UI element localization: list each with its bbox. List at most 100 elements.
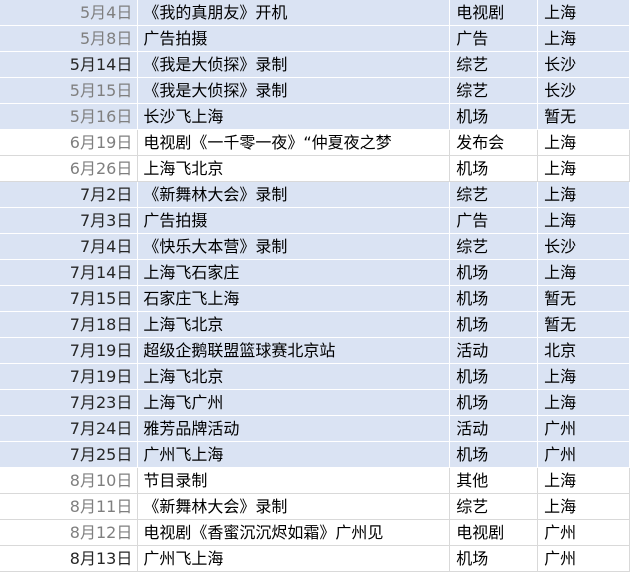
city-cell[interactable]: 暂无 [537, 311, 630, 339]
city-cell[interactable]: 上海 [537, 155, 630, 183]
city-cell[interactable]: 广州 [537, 415, 630, 443]
date-cell[interactable]: 7月18日 [0, 311, 139, 339]
type-cell[interactable]: 其他 [449, 467, 539, 495]
date-cell[interactable]: 7月4日 [0, 233, 139, 261]
type-cell[interactable]: 综艺 [449, 493, 539, 521]
event-cell[interactable]: 节目录制 [137, 467, 451, 495]
type-cell[interactable]: 发布会 [449, 129, 539, 157]
event-cell[interactable]: 《新舞林大会》录制 [137, 493, 451, 521]
table-row: 6月19日 电视剧《一千零一夜》“仲夏夜之梦 发布会 上海 [0, 129, 630, 157]
type-cell[interactable]: 电视剧 [449, 519, 539, 547]
type-cell[interactable]: 机场 [449, 155, 539, 183]
event-cell[interactable]: 《快乐大本营》录制 [137, 233, 451, 261]
city-cell[interactable]: 广州 [537, 545, 630, 573]
type-cell[interactable]: 综艺 [449, 51, 539, 79]
date-cell[interactable]: 7月3日 [0, 207, 139, 235]
table-row: 8月10日 节目录制 其他 上海 [0, 467, 630, 495]
event-cell[interactable]: 上海飞石家庄 [137, 259, 451, 287]
date-cell[interactable]: 5月15日 [0, 77, 139, 105]
type-cell[interactable]: 电视剧 [449, 0, 539, 27]
type-cell[interactable]: 机场 [449, 103, 539, 131]
city-cell[interactable]: 上海 [537, 259, 630, 287]
date-cell[interactable]: 5月16日 [0, 103, 139, 131]
table-row: 7月15日 石家庄飞上海 机场 暂无 [0, 285, 630, 313]
table-row: 5月16日 长沙飞上海 机场 暂无 [0, 103, 630, 131]
table-row: 5月14日 《我是大侦探》录制 综艺 长沙 [0, 51, 630, 79]
event-cell[interactable]: 《我是大侦探》录制 [137, 51, 451, 79]
city-cell[interactable]: 上海 [537, 25, 630, 53]
event-cell[interactable]: 电视剧《香蜜沉沉烬如霜》广州见 [137, 519, 451, 547]
city-cell[interactable]: 上海 [537, 467, 630, 495]
date-cell[interactable]: 8月10日 [0, 467, 139, 495]
type-cell[interactable]: 机场 [449, 389, 539, 417]
date-cell[interactable]: 7月14日 [0, 259, 139, 287]
city-cell[interactable]: 上海 [537, 493, 630, 521]
city-cell[interactable]: 广州 [537, 441, 630, 469]
event-cell[interactable]: 长沙飞上海 [137, 103, 451, 131]
city-cell[interactable]: 长沙 [537, 51, 630, 79]
table-row: 7月19日 超级企鹅联盟篮球赛北京站 活动 北京 [0, 337, 630, 365]
event-cell[interactable]: 广州飞上海 [137, 441, 451, 469]
type-cell[interactable]: 综艺 [449, 77, 539, 105]
date-cell[interactable]: 5月14日 [0, 51, 139, 79]
type-cell[interactable]: 综艺 [449, 233, 539, 261]
type-cell[interactable]: 广告 [449, 25, 539, 53]
date-cell[interactable]: 6月26日 [0, 155, 139, 183]
table-row: 5月15日 《我是大侦探》录制 综艺 长沙 [0, 77, 630, 105]
event-cell[interactable]: 上海飞广州 [137, 389, 451, 417]
event-cell[interactable]: 上海飞北京 [137, 155, 451, 183]
type-cell[interactable]: 综艺 [449, 181, 539, 209]
type-cell[interactable]: 机场 [449, 545, 539, 573]
city-cell[interactable]: 暂无 [537, 103, 630, 131]
event-cell[interactable]: 雅芳品牌活动 [137, 415, 451, 443]
date-cell[interactable]: 7月2日 [0, 181, 139, 209]
city-cell[interactable]: 暂无 [537, 285, 630, 313]
date-cell[interactable]: 6月19日 [0, 129, 139, 157]
event-cell[interactable]: 《我的真朋友》开机 [137, 0, 451, 27]
table-row: 7月19日 上海飞北京 机场 上海 [0, 363, 630, 391]
date-cell[interactable]: 8月12日 [0, 519, 139, 547]
event-cell[interactable]: 超级企鹅联盟篮球赛北京站 [137, 337, 451, 365]
date-cell[interactable]: 7月19日 [0, 363, 139, 391]
date-cell[interactable]: 8月13日 [0, 545, 139, 573]
spreadsheet: 5月4日 《我的真朋友》开机 电视剧 上海 5月8日 广告拍摄 广告 上海 5月14日 《我是大侦… [0, 0, 630, 576]
type-cell[interactable]: 广告 [449, 207, 539, 235]
type-cell[interactable]: 机场 [449, 441, 539, 469]
city-cell[interactable]: 上海 [537, 181, 630, 209]
date-cell[interactable]: 7月19日 [0, 337, 139, 365]
date-cell[interactable]: 5月8日 [0, 25, 139, 53]
type-cell[interactable]: 活动 [449, 337, 539, 365]
city-cell[interactable]: 广州 [537, 519, 630, 547]
event-cell[interactable]: 电视剧《一千零一夜》“仲夏夜之梦 [137, 129, 451, 157]
city-cell[interactable]: 上海 [537, 207, 630, 235]
event-cell[interactable]: 《我是大侦探》录制 [137, 77, 451, 105]
city-cell[interactable]: 长沙 [537, 233, 630, 261]
type-cell[interactable]: 机场 [449, 285, 539, 313]
date-cell[interactable]: 7月23日 [0, 389, 139, 417]
event-cell[interactable]: 广州飞上海 [137, 545, 451, 573]
type-cell[interactable]: 机场 [449, 311, 539, 339]
event-cell[interactable]: 上海飞北京 [137, 363, 451, 391]
city-cell[interactable]: 上海 [537, 0, 630, 27]
date-cell[interactable]: 5月4日 [0, 0, 139, 27]
city-cell[interactable]: 上海 [537, 363, 630, 391]
schedule-table: 5月4日 《我的真朋友》开机 电视剧 上海 5月8日 广告拍摄 广告 上海 5月14日 《我是大侦… [0, 0, 630, 573]
type-cell[interactable]: 活动 [449, 415, 539, 443]
type-cell[interactable]: 机场 [449, 363, 539, 391]
event-cell[interactable]: 石家庄飞上海 [137, 285, 451, 313]
event-cell[interactable]: 广告拍摄 [137, 25, 451, 53]
event-cell[interactable]: 广告拍摄 [137, 207, 451, 235]
event-cell[interactable]: 《新舞林大会》录制 [137, 181, 451, 209]
date-cell[interactable]: 8月11日 [0, 493, 139, 521]
city-cell[interactable]: 长沙 [537, 77, 630, 105]
date-cell[interactable]: 7月25日 [0, 441, 139, 469]
city-cell[interactable]: 上海 [537, 129, 630, 157]
city-cell[interactable]: 上海 [537, 389, 630, 417]
date-cell[interactable]: 7月24日 [0, 415, 139, 443]
city-cell[interactable]: 北京 [537, 337, 630, 365]
event-cell[interactable]: 上海飞北京 [137, 311, 451, 339]
table-row: 7月3日 广告拍摄 广告 上海 [0, 207, 630, 235]
type-cell[interactable]: 机场 [449, 259, 539, 287]
date-cell[interactable]: 7月15日 [0, 285, 139, 313]
table-row: 8月12日 电视剧《香蜜沉沉烬如霜》广州见 电视剧 广州 [0, 519, 630, 547]
